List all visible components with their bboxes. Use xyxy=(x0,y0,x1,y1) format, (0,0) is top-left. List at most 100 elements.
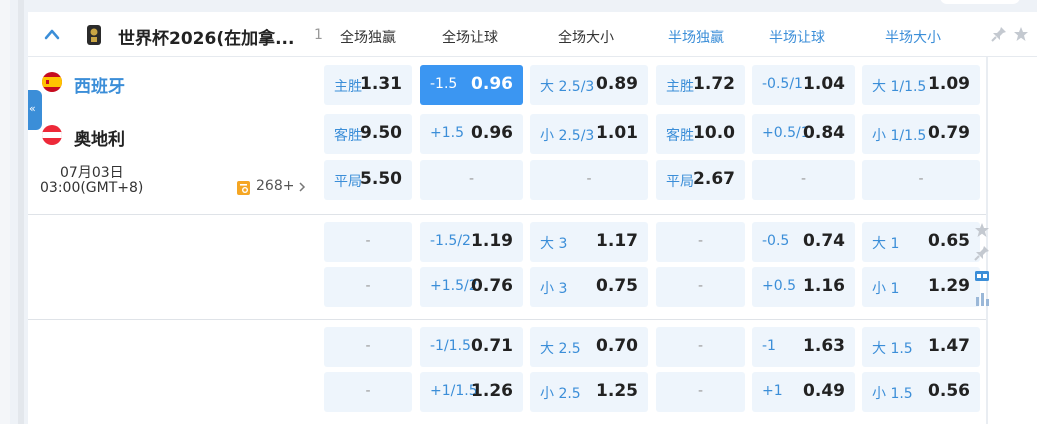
odds-label: 小 2.5 xyxy=(540,386,581,402)
odds-cell-ft-handicap[interactable]: +1/1.5 1.26 xyxy=(420,372,523,412)
odds-empty: - xyxy=(468,171,475,187)
odds-cell-ht-total[interactable]: 大 1.5 1.47 xyxy=(862,327,980,367)
odds-label: 大 1.5 xyxy=(872,341,913,357)
odds-empty: - xyxy=(365,383,371,399)
odds-value: 0.65 xyxy=(928,231,970,251)
league-match-count: 1 xyxy=(314,27,323,43)
odds-cell-ft-1x2[interactable]: 平局 5.50 xyxy=(324,160,412,200)
collapse-sidebar-button[interactable]: « xyxy=(28,90,42,130)
odds-value: 5.50 xyxy=(360,169,402,189)
odds-value: 0.79 xyxy=(928,123,970,143)
score-icon[interactable] xyxy=(974,268,990,284)
odds-cell-ft-handicap[interactable]: -1.5/2 1.19 xyxy=(420,222,523,262)
odds-value: 1.25 xyxy=(596,381,638,401)
odds-label: 平局 xyxy=(334,174,362,190)
home-team-name[interactable]: 西班牙 xyxy=(74,72,125,97)
odds-label: 客胜 xyxy=(334,128,362,144)
odds-label: -0.5 xyxy=(762,233,790,249)
pin-icon[interactable] xyxy=(991,26,1007,42)
odds-cell-ht-handicap[interactable]: +1 0.49 xyxy=(752,372,855,412)
odds-value: 0.76 xyxy=(471,276,513,296)
odds-value: 1.16 xyxy=(803,276,845,296)
top-right-control[interactable] xyxy=(940,0,1020,4)
odds-empty: - xyxy=(365,278,371,294)
star-icon[interactable] xyxy=(974,222,990,238)
odds-label: 大 1 xyxy=(872,236,900,252)
odds-cell-ft-total[interactable]: 大 2.5/3 0.89 xyxy=(530,65,648,105)
odds-cell-ft-1x2[interactable]: 主胜 1.31 xyxy=(324,65,412,105)
odds-value: 1.01 xyxy=(596,123,638,143)
more-markets-count: 268+ xyxy=(256,178,295,194)
odds-label: +1.5 xyxy=(430,125,464,141)
pin-icon[interactable] xyxy=(974,245,990,261)
odds-cell-ht-handicap[interactable]: +0.5 1.16 xyxy=(752,267,855,307)
odds-empty: - xyxy=(697,233,704,249)
league-header: 世界杯2026(在加拿... 1 全场独赢 全场让球 全场大小 半场独赢 半场让… xyxy=(28,12,1037,57)
odds-value: 0.89 xyxy=(596,74,638,94)
odds-cell-ft-handicap[interactable]: -1.5 0.96 xyxy=(420,65,523,105)
odds-cell-ht-1x2: - xyxy=(656,267,745,307)
odds-label: 平局 xyxy=(666,174,694,190)
odds-cell-ht-1x2[interactable]: 主胜 1.72 xyxy=(656,65,745,105)
odds-cell-ht-1x2[interactable]: 客胜 10.0 xyxy=(656,114,745,154)
odds-cell-ft-handicap[interactable]: -1/1.5 0.71 xyxy=(420,327,523,367)
odds-value: 1.47 xyxy=(928,336,970,356)
odds-value: 0.84 xyxy=(803,123,845,143)
odds-label: 主胜 xyxy=(666,79,694,95)
odds-cell-ht-total[interactable]: 小 1/1.5 0.79 xyxy=(862,114,980,154)
odds-cell-ft-handicap[interactable]: +1.5 0.96 xyxy=(420,114,523,154)
odds-value: 1.29 xyxy=(928,276,970,296)
match-card: 世界杯2026(在加拿... 1 全场独赢 全场让球 全场大小 半场独赢 半场让… xyxy=(28,12,1037,424)
double-chevron-left-icon: « xyxy=(29,102,36,115)
odds-empty: - xyxy=(365,233,371,249)
col-header-ft-handicap: 全场让球 xyxy=(442,30,498,46)
odds-cell-ht-handicap[interactable]: -0.5/1 1.04 xyxy=(752,65,855,105)
away-team-name[interactable]: 奥地利 xyxy=(74,125,125,150)
odds-cell-ft-total[interactable]: 小 2.5/3 1.01 xyxy=(530,114,648,154)
odds-cell-ht-handicap[interactable]: +0.5/1 0.84 xyxy=(752,114,855,154)
odds-label: 大 2.5 xyxy=(540,341,581,357)
odds-cell-ft-handicap[interactable]: +1.5/2 0.76 xyxy=(420,267,523,307)
odds-cell-ht-1x2[interactable]: 平局 2.67 xyxy=(656,160,745,200)
odds-cell-ft-1x2[interactable]: 客胜 9.50 xyxy=(324,114,412,154)
odds-cell-ht-total[interactable]: 大 1/1.5 1.09 xyxy=(862,65,980,105)
match-time: 03:00(GMT+8) xyxy=(40,180,144,196)
odds-value: 1.17 xyxy=(596,231,638,251)
odds-label: -0.5/1 xyxy=(762,76,803,92)
odds-cell-ht-1x2: - xyxy=(656,222,745,262)
odds-label: 大 1/1.5 xyxy=(872,79,927,95)
odds-empty: - xyxy=(800,171,807,187)
odds-value: 0.96 xyxy=(471,74,513,94)
side-column-divider xyxy=(986,57,988,424)
left-scrollbar[interactable] xyxy=(18,0,24,424)
odds-label: 小 1/1.5 xyxy=(872,128,927,144)
odds-cell-ht-handicap[interactable]: -0.5 0.74 xyxy=(752,222,855,262)
odds-label: +1 xyxy=(762,383,783,399)
odds-value: 0.74 xyxy=(803,231,845,251)
odds-cell-ht-total: - xyxy=(862,160,980,200)
odds-cell-ht-total[interactable]: 小 1.5 0.56 xyxy=(862,372,980,412)
odds-cell-ht-handicap[interactable]: -1 1.63 xyxy=(752,327,855,367)
chevron-right-icon xyxy=(299,182,306,192)
spain-flag-icon xyxy=(42,72,62,92)
odds-cell-ft-total[interactable]: 大 3 1.17 xyxy=(530,222,648,262)
odds-cell-ht-total[interactable]: 小 1 1.29 xyxy=(862,267,980,307)
odds-cell-ft-1x2: - xyxy=(324,222,412,262)
odds-label: 主胜 xyxy=(334,79,362,95)
col-header-ht-handicap: 半场让球 xyxy=(769,30,825,46)
odds-cell-ht-total[interactable]: 大 1 0.65 xyxy=(862,222,980,262)
odds-cell-ft-total[interactable]: 小 3 0.75 xyxy=(530,267,648,307)
odds-cell-ft-1x2: - xyxy=(324,327,412,367)
odds-cell-ft-total[interactable]: 小 2.5 1.25 xyxy=(530,372,648,412)
odds-cell-ft-total[interactable]: 大 2.5 0.70 xyxy=(530,327,648,367)
star-icon[interactable] xyxy=(1013,26,1029,42)
left-panel-edge xyxy=(0,0,10,424)
stats-icon[interactable] xyxy=(974,291,990,307)
chevron-up-icon[interactable] xyxy=(42,26,62,42)
trophy-icon xyxy=(87,25,101,45)
odds-label: +0.5 xyxy=(762,278,796,294)
odds-value: 10.0 xyxy=(693,123,735,143)
odds-empty: - xyxy=(365,338,371,354)
odds-cell-ft-1x2: - xyxy=(324,267,412,307)
odds-cell-ft-total: - xyxy=(530,160,648,200)
